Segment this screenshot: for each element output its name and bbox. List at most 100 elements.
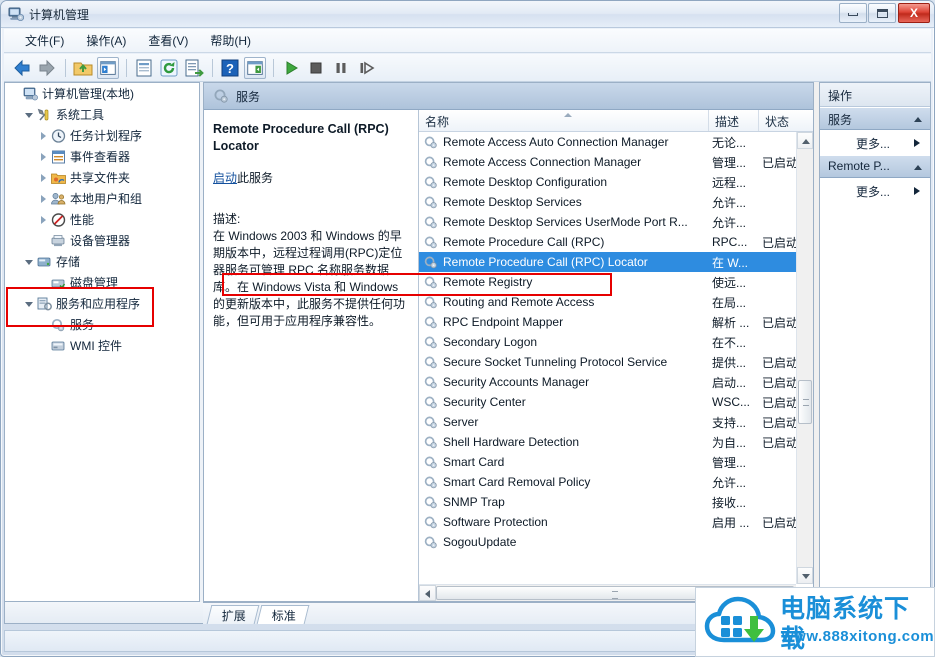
tree-item-services-and-applications[interactable]: 服务和应用程序: [5, 293, 199, 314]
service-description-cell: 解析 ...: [709, 314, 759, 331]
console-tree[interactable]: 计算机管理(本地) 系统工具任务计划程序事件查看器共享文件夹本地用户和组性能设备管…: [4, 82, 200, 602]
clock-icon: [50, 128, 67, 144]
expand-triangle-icon[interactable]: [37, 150, 50, 163]
maximize-icon: [877, 9, 888, 18]
tree-item-wmi-control-label: WMI 控件: [70, 337, 126, 354]
tree-item-local-users-groups[interactable]: 本地用户和组: [5, 188, 199, 209]
tree-item-wmi-control[interactable]: WMI 控件: [5, 335, 199, 356]
expand-triangle-icon[interactable]: [37, 213, 50, 226]
restart-service-icon[interactable]: [355, 57, 377, 79]
start-service-icon[interactable]: [280, 57, 302, 79]
table-row[interactable]: Security CenterWSC...已启动: [419, 392, 813, 412]
collapse-triangle-icon[interactable]: [23, 255, 36, 268]
chevron-up-icon[interactable]: [914, 165, 922, 170]
tree-item-computer-management-label: 计算机管理(本地): [42, 85, 138, 102]
tab-standard[interactable]: 标准: [257, 605, 310, 624]
collapse-triangle-icon[interactable]: [23, 108, 36, 121]
stop-service-icon[interactable]: [305, 57, 327, 79]
scroll-down-button[interactable]: [797, 567, 813, 584]
tree-item-disk-management[interactable]: 磁盘管理: [5, 272, 199, 293]
tree-item-services[interactable]: 服务: [5, 314, 199, 335]
menu-file[interactable]: 文件(F): [14, 30, 75, 52]
table-row[interactable]: Server支持...已启动: [419, 412, 813, 432]
scroll-up-button[interactable]: [797, 132, 813, 149]
up-folder-icon[interactable]: [72, 57, 94, 79]
column-header-description[interactable]: 描述: [709, 110, 759, 131]
table-row[interactable]: Shell Hardware Detection为自...已启动: [419, 432, 813, 452]
tree-item-device-manager[interactable]: 设备管理器: [5, 230, 199, 251]
service-gear-icon: [423, 535, 439, 550]
table-row[interactable]: Security Accounts Manager启动...已启动: [419, 372, 813, 392]
show-action-pane-icon[interactable]: [244, 57, 266, 79]
forward-icon[interactable]: [36, 57, 58, 79]
export-list-icon[interactable]: [183, 57, 205, 79]
table-row[interactable]: Remote Procedure Call (RPC) Locator在 W..…: [419, 252, 813, 272]
expand-triangle-icon[interactable]: [37, 129, 50, 142]
tree-item-system-tools[interactable]: 系统工具: [5, 104, 199, 125]
table-row[interactable]: RPC Endpoint Mapper解析 ...已启动: [419, 312, 813, 332]
tab-extended[interactable]: 扩展: [207, 605, 260, 624]
service-name-cell: Remote Access Connection Manager: [419, 155, 709, 170]
tree-item-event-viewer[interactable]: 事件查看器: [5, 146, 199, 167]
service-description-cell: 管理...: [709, 154, 759, 171]
table-row[interactable]: Software Protection启用 ...已启动: [419, 512, 813, 532]
table-row[interactable]: Remote Procedure Call (RPC)RPC...已启动: [419, 232, 813, 252]
start-service-link[interactable]: 启动: [213, 171, 237, 185]
pause-service-icon[interactable]: [330, 57, 352, 79]
table-row[interactable]: Remote Desktop Services允许...: [419, 192, 813, 212]
table-row[interactable]: SogouUpdate: [419, 532, 813, 552]
chevron-up-icon[interactable]: [914, 117, 922, 122]
table-row[interactable]: Remote Desktop Services UserMode Port R.…: [419, 212, 813, 232]
table-row[interactable]: Secondary Logon在不...: [419, 332, 813, 352]
table-row[interactable]: Smart Card Removal Policy允许...: [419, 472, 813, 492]
close-button[interactable]: X: [898, 3, 930, 23]
title-bar[interactable]: 计算机管理 X: [1, 1, 934, 28]
back-icon[interactable]: [11, 57, 33, 79]
table-row[interactable]: Routing and Remote Access在局...: [419, 292, 813, 312]
service-description-cell: 允许...: [709, 214, 759, 231]
services-list[interactable]: 名称 描述 状态 Remote Access Auto Connection M…: [418, 110, 813, 601]
table-row[interactable]: Remote Access Auto Connection Manager无论.…: [419, 132, 813, 152]
maximize-button[interactable]: [868, 3, 896, 23]
menu-view[interactable]: 查看(V): [137, 30, 199, 52]
vertical-scrollbar[interactable]: [796, 132, 813, 584]
refresh-icon[interactable]: [158, 57, 180, 79]
vertical-scrollbar-thumb[interactable]: [798, 380, 812, 424]
table-row[interactable]: Smart Card管理...: [419, 452, 813, 472]
menu-action[interactable]: 操作(A): [75, 30, 137, 52]
action-more-remote[interactable]: 更多...: [820, 178, 930, 203]
show-hide-tree-icon[interactable]: [97, 57, 119, 79]
table-row[interactable]: SNMP Trap接收...: [419, 492, 813, 512]
table-row[interactable]: Remote Desktop Configuration远程...: [419, 172, 813, 192]
tree-item-storage[interactable]: 存储: [5, 251, 199, 272]
users-icon: [50, 191, 67, 207]
minimize-icon: [848, 13, 858, 16]
tree-item-task-scheduler[interactable]: 任务计划程序: [5, 125, 199, 146]
expand-triangle-icon[interactable]: [37, 171, 50, 184]
minimize-button[interactable]: [839, 3, 867, 23]
menu-help[interactable]: 帮助(H): [199, 30, 262, 52]
action-group-remote-procedure-call-locator[interactable]: Remote P...: [820, 155, 930, 178]
table-row[interactable]: Secure Socket Tunneling Protocol Service…: [419, 352, 813, 372]
twisty-placeholder: [9, 87, 22, 100]
action-group-services[interactable]: 服务: [820, 107, 930, 130]
watermark-url: www.888xitong.com: [782, 628, 934, 645]
tree-item-performance[interactable]: 性能: [5, 209, 199, 230]
expand-triangle-icon[interactable]: [37, 192, 50, 205]
service-name-cell: Software Protection: [419, 515, 709, 530]
service-name-cell: Server: [419, 415, 709, 430]
column-header-name[interactable]: 名称: [419, 110, 709, 131]
service-gear-icon: [423, 495, 439, 510]
table-row[interactable]: Remote Registry使远...: [419, 272, 813, 292]
column-header-status[interactable]: 状态: [759, 110, 811, 131]
table-row[interactable]: Remote Access Connection Manager管理...已启动: [419, 152, 813, 172]
action-more-services[interactable]: 更多...: [820, 130, 930, 155]
tree-item-computer-management[interactable]: 计算机管理(本地): [5, 83, 199, 104]
help-icon[interactable]: ?: [219, 57, 241, 79]
service-gear-icon: [423, 455, 439, 470]
scroll-left-button[interactable]: [419, 585, 436, 601]
collapse-triangle-icon[interactable]: [23, 297, 36, 310]
service-name-label: Server: [443, 415, 478, 429]
properties-icon[interactable]: [133, 57, 155, 79]
tree-item-shared-folders[interactable]: 共享文件夹: [5, 167, 199, 188]
